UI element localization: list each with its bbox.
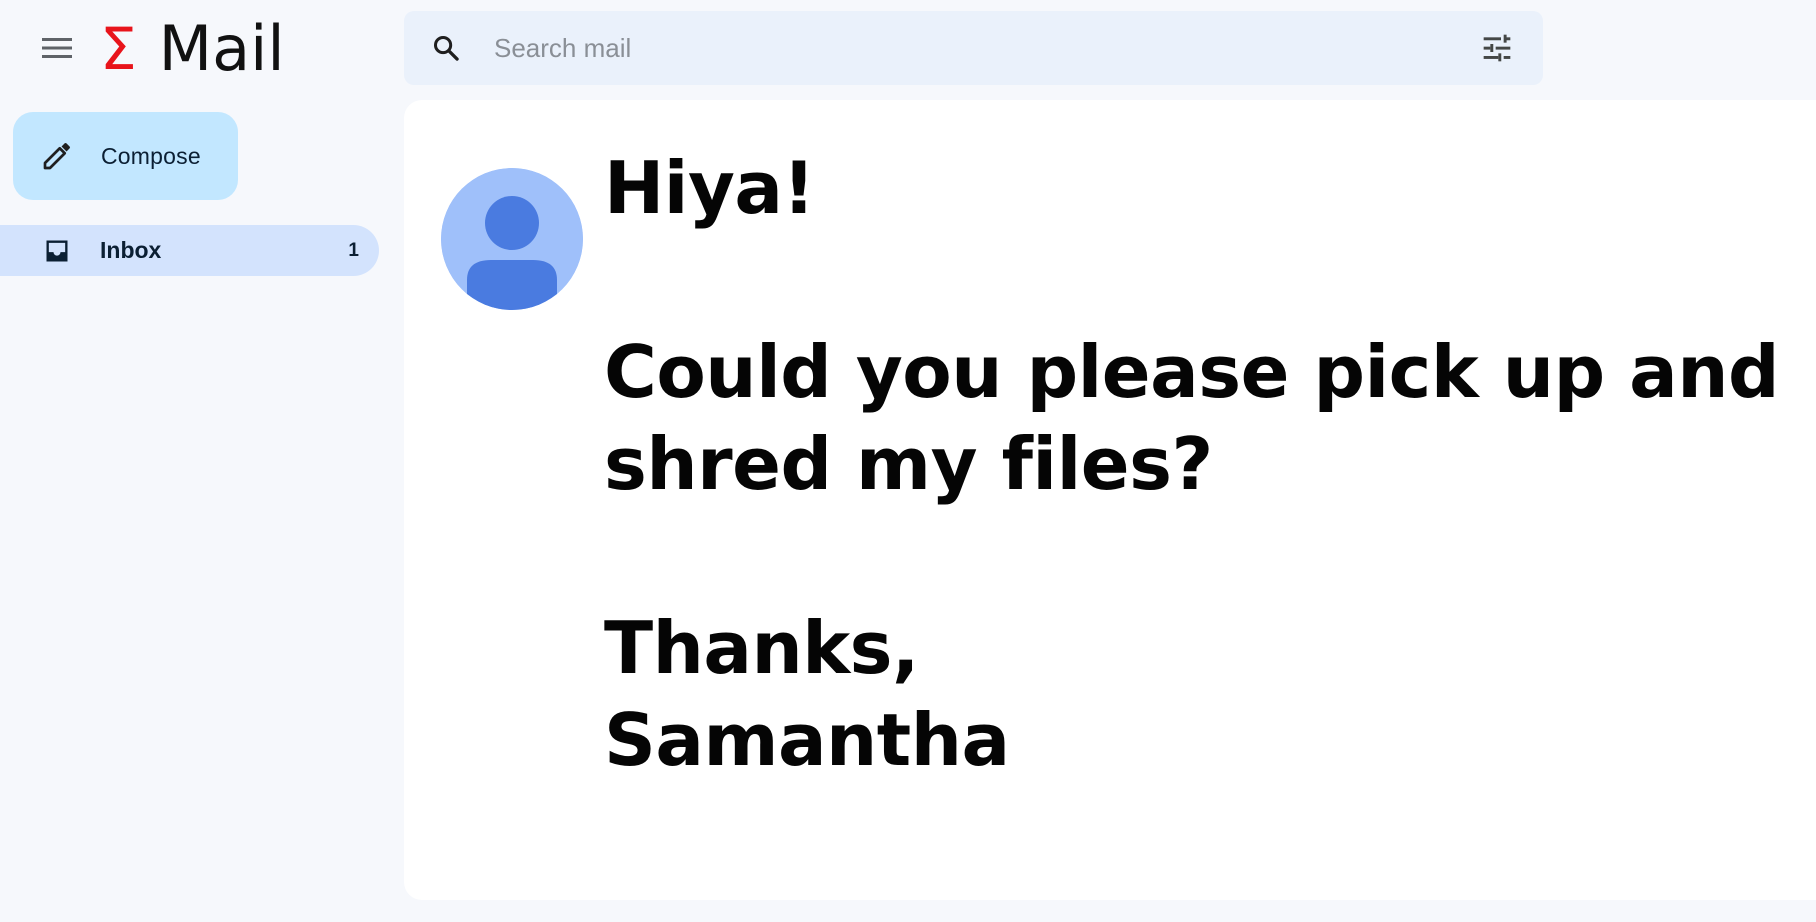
unread-count: 1: [348, 240, 359, 261]
logo-sigma: Σ: [100, 15, 137, 83]
search-icon[interactable]: [432, 34, 460, 62]
sidebar-item-inbox[interactable]: Inbox 1: [0, 225, 379, 276]
message-line: Thanks,: [604, 606, 919, 690]
message-body: Hiya! Could you please pick up and shred…: [604, 142, 1780, 786]
mail-app: Σ Mail Compose: [0, 0, 1816, 922]
inbox-icon: [46, 240, 68, 262]
person-avatar-icon: [441, 168, 583, 310]
search-input[interactable]: [494, 27, 1394, 69]
message-line: Could you please pick up and: [604, 330, 1780, 414]
hamburger-menu-icon: [42, 38, 72, 58]
logo-text: Mail: [158, 12, 285, 85]
sender-avatar[interactable]: [441, 168, 583, 310]
tune-icon[interactable]: [1481, 32, 1513, 64]
message-line: [604, 510, 1704, 602]
search-bar[interactable]: [404, 11, 1543, 85]
sidebar-item-label: Inbox: [100, 237, 162, 263]
compose-label: Compose: [101, 143, 201, 169]
message-line: shred my files?: [604, 422, 1213, 506]
message-line: Hiya!: [604, 146, 815, 230]
app-logo[interactable]: Σ Mail: [100, 14, 285, 84]
message-line: Samantha: [604, 698, 1010, 782]
message-line: [604, 234, 1704, 326]
compose-button[interactable]: Compose: [13, 112, 238, 200]
main-menu-button[interactable]: [37, 28, 77, 68]
pencil-icon: [43, 143, 70, 170]
